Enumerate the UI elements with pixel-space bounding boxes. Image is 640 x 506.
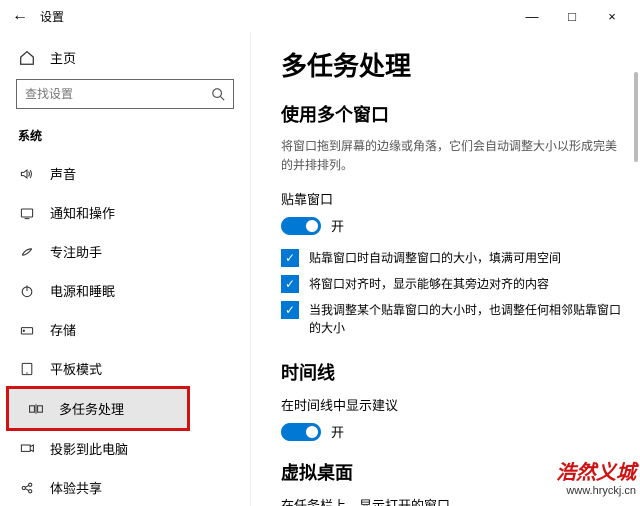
section-windows-title: 使用多个窗口 xyxy=(281,101,628,127)
sidebar-item-label: 电源和睡眠 xyxy=(50,281,115,300)
sidebar-item-label: 平板模式 xyxy=(50,359,102,378)
sidebar-item-notifications[interactable]: 通知和操作 xyxy=(0,193,250,232)
minimize-button[interactable]: — xyxy=(512,9,552,24)
sidebar-item-label: 存储 xyxy=(50,320,76,339)
snap-toggle-row: 开 xyxy=(281,216,628,235)
shared-icon xyxy=(18,479,36,497)
scrollbar[interactable] xyxy=(634,72,638,162)
snap-toggle-state: 开 xyxy=(331,216,344,235)
sidebar: 主页 系统 声音 通知和操作 专注助手 电源和睡眠 xyxy=(0,32,250,506)
check-label: 贴靠窗口时自动调整窗口的大小，填满可用空间 xyxy=(309,249,561,267)
search-icon xyxy=(211,87,225,101)
sidebar-item-project[interactable]: 投影到此电脑 xyxy=(0,429,250,468)
sidebar-item-focus[interactable]: 专注助手 xyxy=(0,232,250,271)
sidebar-item-power[interactable]: 电源和睡眠 xyxy=(0,271,250,310)
window-controls: — □ × xyxy=(512,9,632,24)
home-nav[interactable]: 主页 xyxy=(0,40,250,79)
toggle-knob xyxy=(306,426,318,438)
sidebar-item-multitasking[interactable]: 多任务处理 xyxy=(9,389,187,428)
sidebar-item-label: 体验共享 xyxy=(50,478,102,497)
close-button[interactable]: × xyxy=(592,9,632,24)
power-icon xyxy=(18,282,36,300)
snap-toggle[interactable] xyxy=(281,217,321,235)
watermark-logo: 浩然义城 xyxy=(556,461,636,485)
check-row-2: ✓ 将窗口对齐时，显示能够在其旁边对齐的内容 xyxy=(281,275,628,293)
timeline-toggle-row: 开 xyxy=(281,422,628,441)
toggle-knob xyxy=(306,220,318,232)
checkbox[interactable]: ✓ xyxy=(281,249,299,267)
titlebar: ← 设置 — □ × xyxy=(0,0,640,32)
multitasking-icon xyxy=(27,400,45,418)
window-title: 设置 xyxy=(40,8,64,25)
sidebar-item-sound[interactable]: 声音 xyxy=(0,154,250,193)
checkbox[interactable]: ✓ xyxy=(281,275,299,293)
search-field[interactable] xyxy=(25,87,185,101)
check-label: 当我调整某个贴靠窗口的大小时，也调整任何相邻贴靠窗口的大小 xyxy=(309,301,628,337)
check-label: 将窗口对齐时，显示能够在其旁边对齐的内容 xyxy=(309,275,549,293)
check-row-3: ✓ 当我调整某个贴靠窗口的大小时，也调整任何相邻贴靠窗口的大小 xyxy=(281,301,628,337)
notifications-icon xyxy=(18,204,36,222)
tablet-icon xyxy=(18,360,36,378)
sidebar-item-storage[interactable]: 存储 xyxy=(0,310,250,349)
sidebar-item-label: 多任务处理 xyxy=(59,399,124,418)
home-label: 主页 xyxy=(50,48,76,67)
sidebar-item-label: 投影到此电脑 xyxy=(50,439,128,458)
project-icon xyxy=(18,440,36,458)
check-row-1: ✓ 贴靠窗口时自动调整窗口的大小，填满可用空间 xyxy=(281,249,628,267)
sidebar-item-label: 专注助手 xyxy=(50,242,102,261)
content: 主页 系统 声音 通知和操作 专注助手 电源和睡眠 xyxy=(0,32,640,506)
watermark: 浩然义城 www.hryckj.cn xyxy=(556,461,636,498)
back-button[interactable]: ← xyxy=(8,7,32,25)
sidebar-item-tablet[interactable]: 平板模式 xyxy=(0,349,250,388)
checkbox[interactable]: ✓ xyxy=(281,301,299,319)
maximize-button[interactable]: □ xyxy=(552,9,592,24)
highlight-annotation: 多任务处理 xyxy=(6,386,190,431)
timeline-toggle-state: 开 xyxy=(331,422,344,441)
focus-icon xyxy=(18,243,36,261)
watermark-url: www.hryckj.cn xyxy=(556,485,636,498)
main-panel: 多任务处理 使用多个窗口 将窗口拖到屏幕的边缘或角落，它们会自动调整大小以形成完… xyxy=(250,32,640,506)
section-windows-desc: 将窗口拖到屏幕的边缘或角落，它们会自动调整大小以形成完美的并排排列。 xyxy=(281,137,628,175)
sound-icon xyxy=(18,165,36,183)
sidebar-item-label: 通知和操作 xyxy=(50,203,115,222)
search-wrap xyxy=(0,79,250,123)
sidebar-item-label: 声音 xyxy=(50,164,76,183)
storage-icon xyxy=(18,321,36,339)
timeline-toggle[interactable] xyxy=(281,423,321,441)
home-icon xyxy=(18,49,36,67)
sidebar-item-shared[interactable]: 体验共享 xyxy=(0,468,250,506)
search-input[interactable] xyxy=(16,79,234,109)
section-timeline-title: 时间线 xyxy=(281,359,628,385)
category-title: 系统 xyxy=(0,123,250,154)
snap-label: 贴靠窗口 xyxy=(281,189,628,208)
timeline-sub: 在时间线中显示建议 xyxy=(281,395,628,414)
page-heading: 多任务处理 xyxy=(281,46,628,83)
